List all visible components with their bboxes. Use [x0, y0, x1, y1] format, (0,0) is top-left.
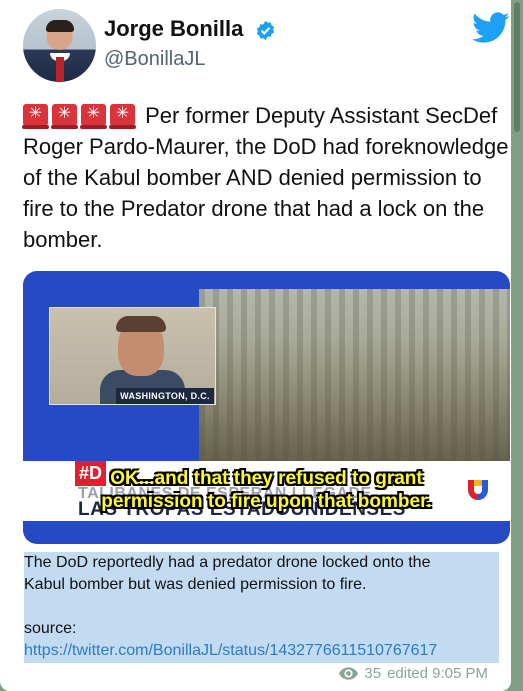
- subtitle-line-1: OK...and that they refused to grant: [110, 468, 423, 489]
- univision-logo-icon: [468, 480, 488, 500]
- subtitle-line-2: permission to fire upon that bomber.: [101, 491, 432, 512]
- rotating-light-icon: [51, 103, 78, 129]
- scrollbar-thumb[interactable]: [514, 2, 520, 132]
- video-thumbnail[interactable]: WASHINGTON, D.C. #D TALIBANES DE ESPERAN…: [23, 271, 510, 544]
- twitter-bird-icon: [472, 12, 510, 43]
- tweet-screenshot[interactable]: Jorge Bonilla @BonillaJL Per former Depu…: [0, 0, 511, 545]
- eye-icon: [339, 667, 359, 680]
- scrollbar[interactable]: [511, 0, 523, 691]
- message-meta: 35 edited 9:05 PM: [339, 665, 488, 682]
- aerial-city-footage: [199, 289, 510, 485]
- caption-line-2: Kabul bomber but was denied permission t…: [24, 576, 367, 593]
- avatar: [23, 9, 96, 82]
- author-name: Jorge Bonilla: [104, 16, 244, 41]
- view-count: 35: [364, 665, 382, 682]
- message-caption: The DoD reportedly had a predator drone …: [24, 552, 499, 663]
- caption-line-1: The DoD reportedly had a predator drone …: [24, 554, 431, 571]
- author-handle: @BonillaJL: [104, 48, 206, 70]
- rotating-light-icon: [80, 103, 107, 129]
- rotating-light-icon: [109, 103, 136, 129]
- rotating-light-icon: [22, 103, 49, 129]
- verified-badge-icon: [256, 20, 275, 41]
- message-bubble: Jorge Bonilla @BonillaJL Per former Depu…: [0, 0, 511, 691]
- tweet-text: Per former Deputy Assistant SecDef Roger…: [22, 100, 513, 255]
- location-tag: WASHINGTON, D.C.: [116, 388, 214, 404]
- source-label: source:: [24, 620, 77, 637]
- edited-timestamp: edited 9:05 PM: [387, 665, 488, 682]
- source-link[interactable]: https://twitter.com/BonillaJL/status/143…: [24, 642, 437, 659]
